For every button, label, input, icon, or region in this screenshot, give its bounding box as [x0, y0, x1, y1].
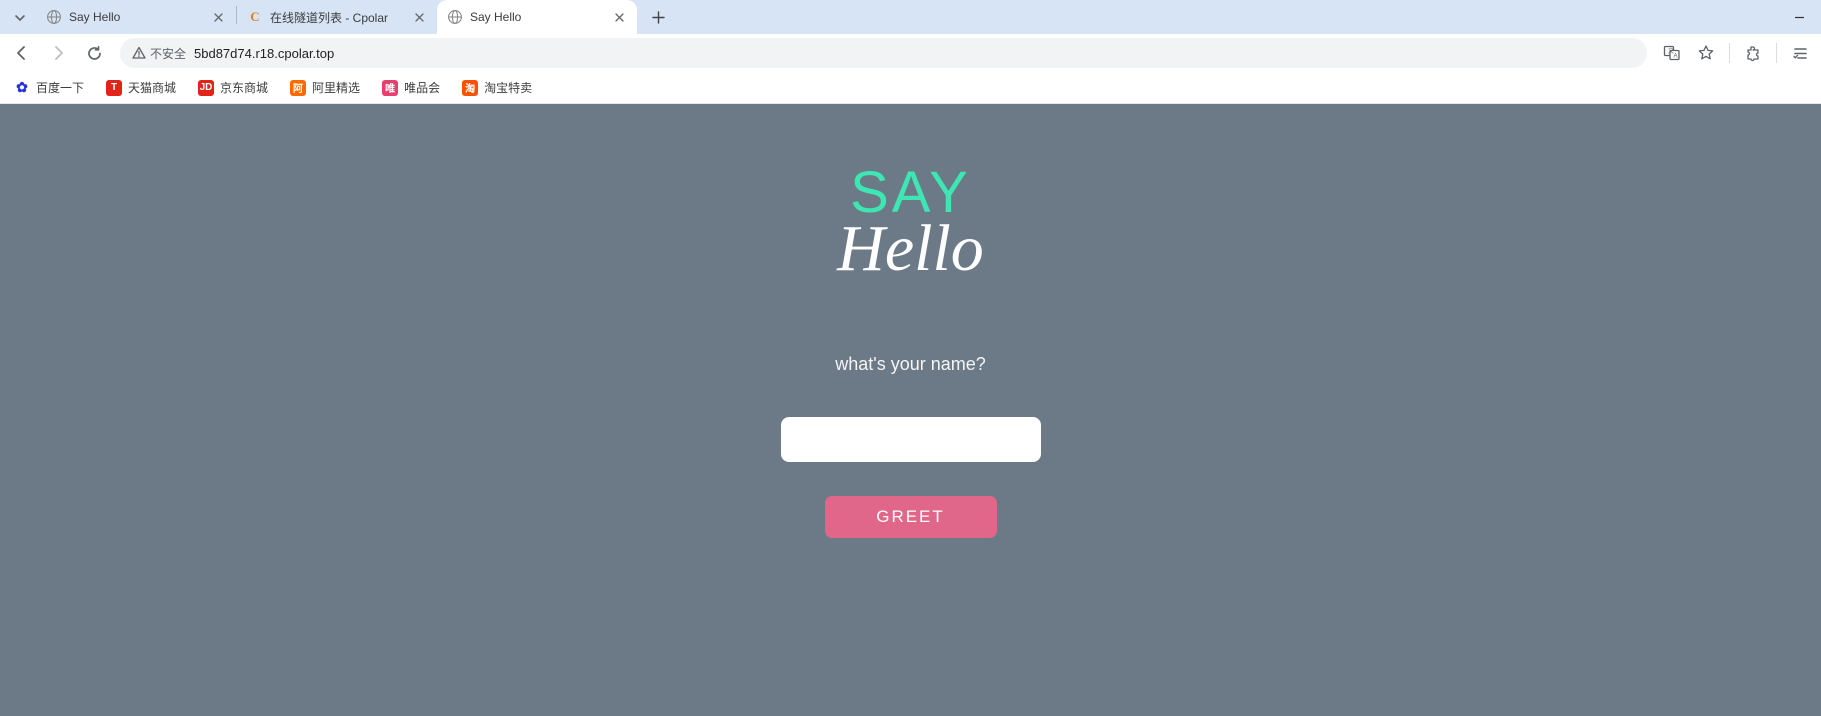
reading-list-icon[interactable]	[1785, 38, 1815, 68]
security-label: 不安全	[150, 45, 186, 62]
tmall-icon: T	[106, 80, 122, 96]
tab-title: Say Hello	[470, 10, 604, 24]
bookmark-weipinhui[interactable]: 唯 唯品会	[378, 76, 444, 99]
address-bar-row: 不安全 文A	[0, 34, 1821, 72]
window-minimize-button[interactable]	[1777, 0, 1821, 34]
bookmark-label: 阿里精选	[312, 79, 360, 96]
back-button[interactable]	[6, 37, 38, 69]
jd-icon: JD	[198, 80, 214, 96]
bookmark-label: 淘宝特卖	[484, 79, 532, 96]
bookmark-tmall[interactable]: T 天猫商城	[102, 76, 180, 99]
tab-title: Say Hello	[69, 10, 203, 24]
bookmark-star-icon[interactable]	[1691, 38, 1721, 68]
bookmark-jd[interactable]: JD 京东商城	[194, 76, 272, 99]
url-input[interactable]	[194, 46, 1635, 61]
globe-icon	[46, 9, 62, 25]
close-icon[interactable]	[611, 9, 627, 25]
title-hello: Hello	[837, 216, 984, 282]
bookmark-label: 百度一下	[36, 79, 84, 96]
ali-icon: 阿	[290, 80, 306, 96]
globe-icon	[447, 9, 463, 25]
warning-icon	[132, 46, 146, 60]
reload-button[interactable]	[78, 37, 110, 69]
close-icon[interactable]	[210, 9, 226, 25]
greet-button[interactable]: GREET	[825, 496, 997, 538]
tab-say-hello-active[interactable]: Say Hello	[437, 0, 637, 34]
bookmark-label: 唯品会	[404, 79, 440, 96]
extensions-icon[interactable]	[1738, 38, 1768, 68]
cpolar-icon: C	[247, 9, 263, 25]
weipinhui-icon: 唯	[382, 80, 398, 96]
forward-button[interactable]	[42, 37, 74, 69]
address-bar[interactable]: 不安全	[120, 38, 1647, 68]
bookmark-label: 天猫商城	[128, 79, 176, 96]
svg-text:A: A	[1674, 54, 1678, 60]
bookmark-label: 京东商城	[220, 79, 268, 96]
separator	[1729, 43, 1730, 63]
close-icon[interactable]	[411, 9, 427, 25]
name-input[interactable]	[781, 417, 1041, 462]
tab-title: 在线隧道列表 - Cpolar	[270, 9, 404, 26]
baidu-icon: ✿	[14, 80, 30, 96]
security-indicator[interactable]: 不安全	[132, 45, 186, 62]
tab-strip: Say Hello C 在线隧道列表 - Cpolar Say Hello	[0, 0, 1821, 34]
bookmarks-bar: ✿ 百度一下 T 天猫商城 JD 京东商城 阿 阿里精选 唯 唯品会 淘 淘宝特…	[0, 72, 1821, 104]
tab-search-dropdown[interactable]	[6, 4, 34, 32]
new-tab-button[interactable]	[643, 2, 673, 32]
tab-cpolar[interactable]: C 在线隧道列表 - Cpolar	[237, 0, 437, 34]
bookmark-ali[interactable]: 阿 阿里精选	[286, 76, 364, 99]
bookmark-taobao[interactable]: 淘 淘宝特卖	[458, 76, 536, 99]
page-content: SAY Hello what's your name? GREET	[0, 104, 1821, 716]
prompt-text: what's your name?	[835, 354, 986, 375]
separator	[1776, 43, 1777, 63]
bookmark-baidu[interactable]: ✿ 百度一下	[10, 76, 88, 99]
taobao-icon: 淘	[462, 80, 478, 96]
browser-chrome: Say Hello C 在线隧道列表 - Cpolar Say Hello	[0, 0, 1821, 104]
tab-say-hello-1[interactable]: Say Hello	[36, 0, 236, 34]
translate-icon[interactable]: 文A	[1657, 38, 1687, 68]
